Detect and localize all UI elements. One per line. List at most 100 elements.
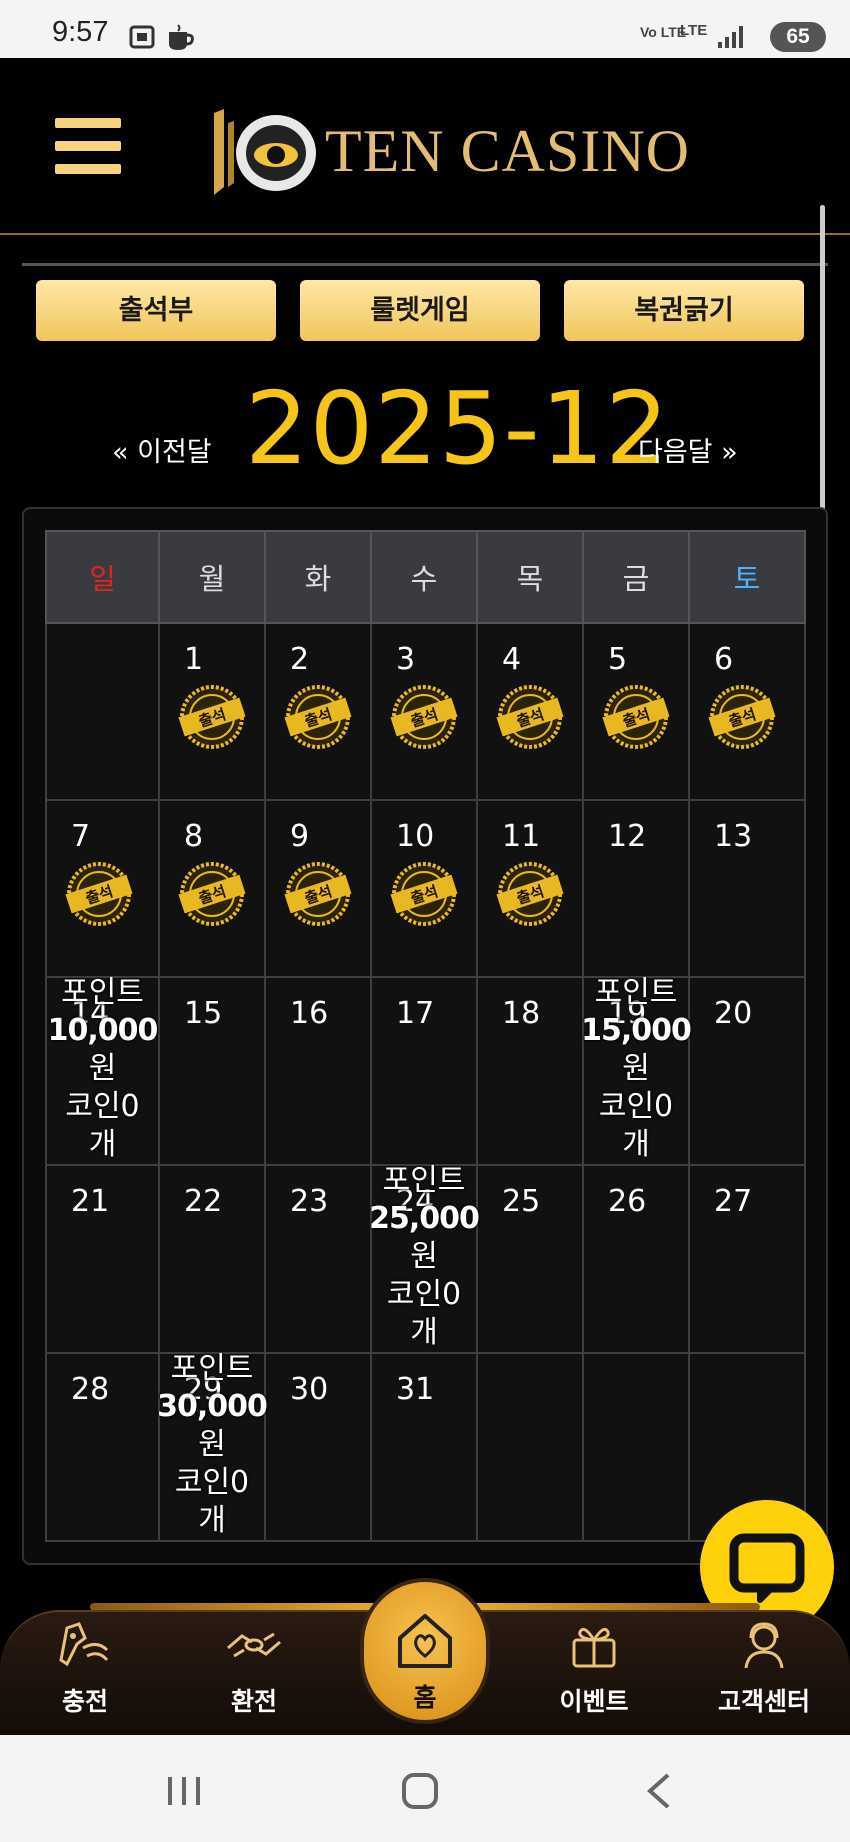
calendar-week-row: 28 29 포인트 30,000 원 코인0 개 30 31: [45, 1350, 806, 1542]
nav-support-label: 고객센터: [717, 1687, 810, 1716]
calendar-day-24[interactable]: 24 포인트 25,000 원 코인0 개: [369, 1163, 480, 1354]
calendar-day-15[interactable]: 15: [158, 976, 266, 1166]
tab-scratch-lottery[interactable]: 복권긁기: [564, 280, 804, 341]
attendance-stamp-icon: 출석: [178, 685, 246, 749]
nav-deposit[interactable]: 충전: [15, 1620, 155, 1718]
prev-month-link[interactable]: « 이전달: [112, 430, 212, 469]
calendar-day-27[interactable]: 27: [688, 1164, 806, 1354]
nav-deposit-label: 충전: [61, 1687, 108, 1716]
calendar-day-16[interactable]: 16: [264, 976, 372, 1166]
status-bar: 9:57 Vo LTE LTE 65: [0, 0, 850, 58]
calendar-day-10[interactable]: 10 출석: [370, 799, 478, 978]
day-number: 5: [608, 642, 628, 677]
app-header: TEN CASINO: [0, 58, 850, 233]
reward-coin: 코인0: [174, 1465, 250, 1500]
nav-home-label: 홈: [413, 1683, 437, 1712]
reward-unit: 원: [88, 1051, 117, 1086]
reward-coin: 코인0: [386, 1277, 462, 1312]
battery-indicator: 65: [770, 22, 826, 52]
day-number: 18: [502, 996, 541, 1031]
hamburger-menu-icon[interactable]: [55, 118, 121, 174]
weekday-wed: 수: [370, 530, 478, 624]
nav-exchange[interactable]: 환전: [184, 1620, 324, 1718]
calendar-day-empty: [45, 622, 160, 801]
site-logo[interactable]: TEN CASINO: [210, 103, 689, 203]
reward-amount: 25,000: [369, 1201, 480, 1236]
calendar-day-18[interactable]: 18: [476, 976, 584, 1166]
day-number: 20: [714, 996, 753, 1031]
calendar-day-12[interactable]: 12: [582, 799, 690, 978]
reward-coin: 코인0: [65, 1089, 140, 1124]
screenshot-icon: [129, 25, 155, 49]
calendar-day-13[interactable]: 13: [688, 799, 806, 978]
calendar-day-1[interactable]: 1 출석: [158, 622, 266, 801]
calendar-day-7[interactable]: 7 출석: [45, 799, 160, 978]
attendance-stamp-icon: 출석: [284, 685, 352, 749]
reward-coin-unit: 개: [410, 1315, 438, 1350]
day-number: 23: [290, 1184, 329, 1219]
signal-icon: [718, 26, 743, 48]
calendar-day-3[interactable]: 3 출석: [370, 622, 478, 801]
reward-coin: 코인0: [598, 1089, 674, 1124]
calendar-day-26[interactable]: 26: [582, 1164, 690, 1354]
day-number: 12: [608, 819, 647, 854]
back-icon[interactable]: [644, 1771, 674, 1811]
recent-apps-icon[interactable]: [164, 1773, 204, 1809]
reward-unit: 원: [410, 1239, 438, 1274]
calendar-day-19[interactable]: 19 포인트 15,000 원 코인0 개: [580, 974, 692, 1166]
weekday-sat: 토: [688, 530, 806, 624]
next-month-link[interactable]: 다음달 »: [638, 430, 738, 469]
tab-attendance[interactable]: 출석부: [36, 280, 276, 341]
calendar-day-9[interactable]: 9 출석: [264, 799, 372, 978]
day-number: 25: [502, 1184, 541, 1219]
nav-event[interactable]: 이벤트: [524, 1620, 664, 1718]
day-number: 13: [714, 819, 753, 854]
calendar-day-11[interactable]: 11 출석: [476, 799, 584, 978]
reward-label: 포인트 30,000 원 코인0 개: [156, 1350, 268, 1540]
day-number: 3: [396, 642, 416, 677]
home-system-icon[interactable]: [400, 1771, 440, 1811]
calendar-day-23[interactable]: 23: [264, 1164, 372, 1354]
calendar-day-2[interactable]: 2 출석: [264, 622, 372, 801]
calendar-day-25[interactable]: 25: [476, 1164, 584, 1354]
calendar-day-17[interactable]: 17: [370, 976, 478, 1166]
day-number: 31: [396, 1372, 435, 1407]
status-time: 9:57: [52, 16, 109, 48]
calendar-day-empty: [476, 1352, 584, 1542]
home-icon: [398, 1614, 452, 1668]
month-title: 2025-12: [245, 370, 670, 487]
attendance-stamp-icon: 출석: [390, 862, 458, 926]
nav-support[interactable]: 고객센터: [694, 1620, 834, 1718]
calendar-day-8[interactable]: 8 출석: [158, 799, 266, 978]
calendar-day-6[interactable]: 6 출석: [688, 622, 806, 801]
calendar-day-22[interactable]: 22: [158, 1164, 266, 1354]
attendance-stamp-icon: 출석: [178, 862, 246, 926]
day-number: 16: [290, 996, 329, 1031]
calendar-day-29[interactable]: 29 포인트 30,000 원 코인0 개: [156, 1350, 268, 1542]
day-number: 8: [184, 819, 204, 854]
attendance-stamp-icon: 출석: [390, 685, 458, 749]
attendance-stamp-icon: 출석: [708, 685, 776, 749]
support-icon: [744, 1622, 784, 1669]
reward-title: 포인트: [61, 975, 144, 1010]
calendar-day-20[interactable]: 20: [688, 976, 806, 1166]
coffee-icon: [169, 24, 194, 50]
day-number: 9: [290, 819, 310, 854]
calendar-day-5[interactable]: 5 출석: [582, 622, 690, 801]
calendar-day-30[interactable]: 30: [264, 1352, 372, 1542]
calendar-day-31[interactable]: 31: [370, 1352, 478, 1542]
lte-indicator: LTE: [680, 22, 708, 39]
reward-title: 포인트: [594, 975, 678, 1010]
reward-coin-unit: 개: [88, 1127, 117, 1162]
attendance-stamp-icon: 출석: [496, 685, 564, 749]
reward-label: 포인트 15,000 원 코인0 개: [580, 974, 692, 1164]
calendar-day-28[interactable]: 28: [45, 1352, 160, 1542]
calendar-day-4[interactable]: 4 출석: [476, 622, 584, 801]
logo-emblem-icon: [214, 109, 316, 195]
calendar-day-14[interactable]: 14 포인트 10,000 원 코인0 개: [45, 975, 160, 1166]
day-number: 26: [608, 1184, 647, 1219]
tab-roulette-game[interactable]: 룰렛게임: [300, 280, 540, 341]
weekday-fri: 금: [582, 530, 690, 624]
nav-home[interactable]: 홈: [360, 1578, 490, 1724]
calendar-day-21[interactable]: 21: [45, 1164, 160, 1354]
